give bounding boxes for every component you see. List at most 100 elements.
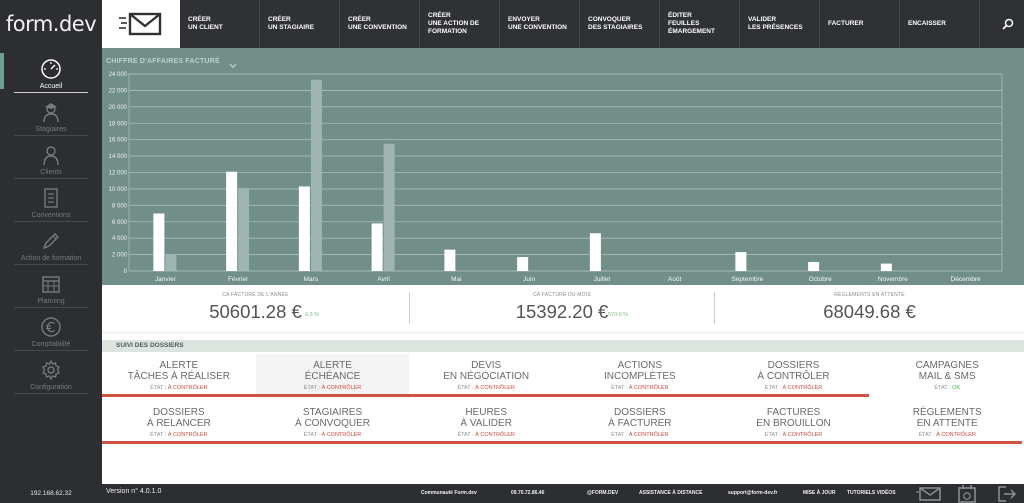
chart-dropdown[interactable] <box>229 56 237 74</box>
contract-icon <box>44 188 58 208</box>
x-tick-label: Mai <box>451 276 461 283</box>
stat-pending-payments: RÈGLEMENTS EN ATTENTE 68049.68 € <box>715 287 1024 333</box>
state-prefix: ÉTAT : <box>934 385 951 391</box>
top-action-button[interactable]: CRÉER UNE ACTION DE FORMATION <box>420 0 500 48</box>
suivi-row-1: ALERTE TÂCHES À RÉALISER ÉTAT : À CONTRÔL… <box>102 354 1024 398</box>
suivi-tile[interactable]: HEURES À VALIDER ÉTAT : À CONTRÔLER <box>409 401 563 445</box>
top-action-button[interactable]: CONVOQUER DES STAGIAIRES <box>580 0 660 48</box>
suivi-tile-title: DOSSIERS À RELANCER <box>146 407 211 429</box>
stat-pct: 570.0 % <box>608 312 629 318</box>
euro-icon <box>41 317 61 337</box>
suivi-tile[interactable]: STAGIAIRES À CONVOQUER ÉTAT : À CONTRÔLER <box>256 401 410 445</box>
suivi-tile[interactable]: RÈGLEMENTS EN ATTENTE ÉTAT : À CONTRÔLER <box>870 401 1024 445</box>
sidebar-item-label: Clients <box>40 169 62 176</box>
mail-icon[interactable] <box>916 485 942 502</box>
top-action-button[interactable]: CRÉER UN CLIENT <box>180 0 260 48</box>
client-icon <box>43 146 59 166</box>
state-prefix: ÉTAT : <box>611 385 628 391</box>
sidebar-item-planning[interactable]: Planning <box>0 265 102 308</box>
chevron-down-icon <box>229 63 237 69</box>
top-action-button[interactable]: CRÉER UNE CONVENTION <box>340 0 420 48</box>
suivi-tile-state: ÉTAT : À CONTRÔLER <box>256 385 410 391</box>
suivi-tile[interactable]: DOSSIERS À FACTURER ÉTAT : À CONTRÔLER <box>563 401 717 445</box>
top-action-button[interactable]: ÉDITER FEUILLES ÉMARGEMENT <box>660 0 740 48</box>
remote-assistance-link[interactable]: ASSISTANCE À DISTANCE <box>639 490 702 496</box>
community-link[interactable]: Communauté Form.dev <box>421 490 477 496</box>
y-tick-label: 24 000 <box>109 72 128 78</box>
top-action-button[interactable]: FACTURER <box>820 0 900 48</box>
bar-series-2-février <box>238 188 250 271</box>
tutorials-link[interactable]: TUTORIELS VIDÉOS <box>847 490 896 496</box>
gear-icon <box>42 359 60 381</box>
suivi-tile-title: STAGIAIRES À CONVOQUER <box>295 407 371 429</box>
sidebar-item-label: Action de formation <box>20 255 82 262</box>
stats-row: CA FACTURÉ DE L'ANNÉE 50601.28 € 6.3 % C… <box>102 287 1024 333</box>
update-link[interactable]: MISE À JOUR <box>803 490 836 496</box>
app-logo[interactable]: form.dev <box>0 0 102 48</box>
top-action-button[interactable]: VALIDER LES PRÉSENCES <box>740 0 820 48</box>
top-bar: CRÉER UN CLIENT CRÉER UN STAGIAIRE CRÉER U… <box>102 0 1024 48</box>
bar-series-2-janvier <box>165 254 177 271</box>
top-action-button[interactable]: ENCAISSER <box>900 0 980 48</box>
suivi-tile[interactable]: DEVIS EN NÉGOCIATION ÉTAT : À CONTRÔLER <box>409 354 563 398</box>
sidebar-item-comptabilité[interactable]: Comptabilité <box>0 308 102 351</box>
suivi-header: SUIVI DES DOSSIERS <box>102 340 1024 352</box>
mail-button[interactable] <box>102 0 180 48</box>
mail-icon <box>119 12 162 36</box>
suivi-tile-state: ÉTAT : À CONTRÔLER <box>563 432 717 438</box>
y-tick-label: 8 000 <box>112 203 128 209</box>
x-tick-label: Décembre <box>951 276 981 283</box>
top-action-button[interactable]: CRÉER UN STAGIAIRE <box>260 0 340 48</box>
sidebar: form.dev Accueil Stagiaires Clients Convent… <box>0 0 102 503</box>
sidebar-item-conventions[interactable]: Conventions <box>0 179 102 222</box>
x-tick-label: Juin <box>523 276 535 283</box>
x-tick-label: Janvier <box>155 276 177 283</box>
sidebar-divider <box>14 393 88 394</box>
support-email[interactable]: support@form-dev.fr <box>728 490 778 496</box>
suivi-tile[interactable]: DOSSIERS À RELANCER ÉTAT : À CONTRÔLER <box>102 401 256 445</box>
suivi-tile-state: ÉTAT : À CONTRÔLER <box>102 432 256 438</box>
suivi-tile-state: ÉTAT : À CONTRÔLER <box>717 385 871 391</box>
state-value: À CONTRÔLER <box>628 432 669 438</box>
search-icon <box>1002 18 1014 30</box>
x-tick-label: Avril <box>377 276 390 283</box>
suivi-tile-state: ÉTAT : À CONTRÔLER <box>102 385 256 391</box>
suivi-tile[interactable]: ACTIONS INCOMPLÈTES ÉTAT : À CONTRÔLER <box>563 354 717 398</box>
dashboard-icon <box>41 59 61 79</box>
state-value: À CONTRÔLER <box>321 432 362 438</box>
state-prefix: ÉTAT : <box>150 432 167 438</box>
suivi-tile-state: ÉTAT : OK <box>870 385 1024 391</box>
sidebar-item-clients[interactable]: Clients <box>0 136 102 179</box>
suivi-tile-title: ALERTE TÂCHES À RÉALISER <box>127 360 230 382</box>
suivi-tile[interactable]: DOSSIERS À CONTRÔLER ÉTAT : À CONTRÔLER <box>717 354 871 398</box>
sidebar-item-label: Planning <box>37 298 65 305</box>
top-action-button[interactable]: ENVOYER UNE CONVENTION <box>500 0 580 48</box>
brand-link[interactable]: @FORM.DEV <box>587 490 618 496</box>
state-value: À CONTRÔLER <box>321 385 362 391</box>
suivi-tile-title: ALERTE ÉCHÉANCE <box>304 360 361 382</box>
state-value: À CONTRÔLER <box>782 432 823 438</box>
footer: Version n° 4.0.1.0 Communauté Form.dev 0… <box>102 484 1024 503</box>
suivi-tile[interactable]: CAMPAGNES MAIL & SMS ÉTAT : OK <box>870 354 1024 398</box>
suivi-tile[interactable]: FACTURES EN BROUILLON ÉTAT : À CONTRÔLER <box>717 401 871 445</box>
sidebar-item-accueil[interactable]: Accueil <box>0 50 102 93</box>
logout-icon[interactable] <box>997 485 1017 503</box>
state-prefix: ÉTAT : <box>303 385 320 391</box>
bar-series-1-mai <box>444 249 456 271</box>
sidebar-item-stagiaires[interactable]: Stagiaires <box>0 93 102 136</box>
suivi-tile-title: RÈGLEMENTS EN ATTENTE <box>912 407 982 429</box>
bar-series-1-février <box>226 171 238 271</box>
sidebar-item-configuration[interactable]: Configuration <box>0 351 102 394</box>
sidebar-item-label: Accueil <box>39 83 63 90</box>
suivi-tile-title: DEVIS EN NÉGOCIATION <box>443 360 530 382</box>
search-button[interactable] <box>992 0 1024 48</box>
sidebar-item-label: Comptabilité <box>31 341 71 348</box>
suivi-tile[interactable]: ALERTE ÉCHÉANCE ÉTAT : À CONTRÔLER <box>255 354 410 398</box>
y-tick-label: 6 000 <box>112 220 128 226</box>
bar-series-1-avril <box>371 223 383 271</box>
calendar-icon[interactable] <box>957 485 977 503</box>
stat-value: 50601.28 € <box>209 301 302 322</box>
bar-series-1-mars <box>298 186 310 271</box>
sidebar-item-action-de-formation[interactable]: Action de formation <box>0 222 102 265</box>
suivi-tile[interactable]: ALERTE TÂCHES À RÉALISER ÉTAT : À CONTRÔL… <box>102 354 256 398</box>
